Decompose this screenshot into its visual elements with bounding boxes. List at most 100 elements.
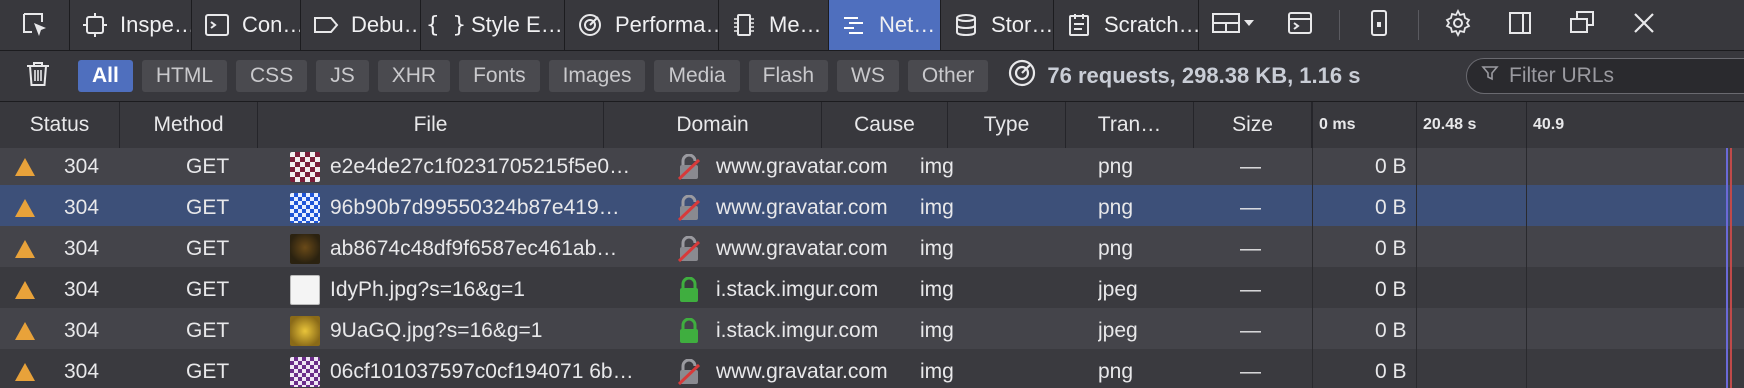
request-domain: www.gravatar.com <box>716 359 888 383</box>
insecure-lock-icon <box>678 349 704 388</box>
filter-urls-input[interactable] <box>1507 63 1711 89</box>
waterfall-load-marker <box>1730 267 1732 312</box>
filter-js-button[interactable]: JS <box>316 60 369 92</box>
request-method: GET <box>186 359 230 383</box>
column-domain[interactable]: Domain <box>604 102 822 148</box>
tab-label: Debu… <box>351 12 421 37</box>
waterfall-gridline <box>1526 226 1527 271</box>
dock-side-icon <box>1507 10 1533 41</box>
column-type[interactable]: Type <box>948 102 1066 148</box>
tab-label: Inspe… <box>120 12 192 37</box>
request-file: 96b90b7d99550324b87e419… <box>330 195 620 219</box>
filter-html-button[interactable]: HTML <box>141 60 228 92</box>
request-cause: img <box>920 195 954 219</box>
request-file: ab8674c48df9f6587ec461ab… <box>330 236 618 260</box>
image-thumbnail <box>290 226 320 271</box>
waterfall-gridline <box>1312 349 1313 388</box>
column-method[interactable]: Method <box>120 102 258 148</box>
filter-media-button[interactable]: Media <box>654 60 740 92</box>
debugger-icon <box>311 10 341 40</box>
tab-scratchpad[interactable]: Scratch… <box>1054 0 1199 50</box>
tab-network[interactable]: Net… <box>829 0 941 50</box>
tab-style-editor[interactable]: { } Style E… <box>421 0 565 50</box>
waterfall-load-marker <box>1726 349 1728 388</box>
toolbox-tabbar: Inspe… Con… Debu… { } Style E… Performa…… <box>0 0 1744 51</box>
request-status: 304 <box>64 236 100 260</box>
dock-side-button[interactable] <box>1489 0 1551 50</box>
request-status: 304 <box>64 277 100 301</box>
performance-analysis-icon <box>1007 58 1037 94</box>
request-status: 304 <box>64 318 100 342</box>
settings-button[interactable] <box>1427 0 1489 50</box>
tab-console[interactable]: Con… <box>192 0 301 50</box>
request-type: png <box>1098 359 1134 383</box>
tab-label: Stor… <box>991 12 1054 37</box>
request-transferred: — <box>1240 154 1261 178</box>
request-summary[interactable]: 76 requests, 298.38 KB, 1.16 s <box>1007 58 1360 94</box>
request-method: GET <box>186 236 230 260</box>
request-row[interactable]: 304 GET 9UaGQ.jpg?s=16&g=1 i.stack.imgur.co… <box>0 308 1744 353</box>
column-cause[interactable]: Cause <box>822 102 948 148</box>
toggle-console-button[interactable] <box>1269 0 1331 50</box>
filter-css-button[interactable]: CSS <box>236 60 308 92</box>
waterfall-load-marker <box>1726 185 1728 230</box>
filter-urls-box[interactable] <box>1466 58 1744 94</box>
tab-label: Net… <box>879 12 936 37</box>
request-type: png <box>1098 154 1134 178</box>
request-transferred: — <box>1240 195 1261 219</box>
toolbar-separator <box>1339 10 1340 40</box>
tab-memory[interactable]: Me… <box>719 0 829 50</box>
column-status[interactable]: Status <box>0 102 120 148</box>
insecure-lock-icon <box>678 148 704 189</box>
storage-icon <box>951 10 981 40</box>
request-file: e2e4de27c1f0231705215f5e0… <box>330 154 631 178</box>
filter-all-button[interactable]: All <box>78 60 133 92</box>
request-row[interactable]: 304 GET 96b90b7d99550324b87e419… www.gravat… <box>0 185 1744 230</box>
close-toolbox-button[interactable] <box>1613 0 1675 50</box>
request-transferred: — <box>1240 277 1261 301</box>
separate-window-button[interactable] <box>1551 0 1613 50</box>
waterfall-gridline <box>1526 148 1527 189</box>
column-transferred[interactable]: Tran… <box>1066 102 1194 148</box>
tab-label: Con… <box>242 12 301 37</box>
request-domain: i.stack.imgur.com <box>716 318 879 342</box>
tab-debugger[interactable]: Debu… <box>301 0 421 50</box>
split-console-button[interactable] <box>1199 0 1269 50</box>
request-type: jpeg <box>1098 318 1138 342</box>
waterfall-tick: 0 ms <box>1312 102 1416 148</box>
warning-icon <box>14 308 38 353</box>
request-row[interactable]: 304 GET e2e4de27c1f0231705215f5e0… www.grav… <box>0 148 1744 189</box>
filter-xhr-button[interactable]: XHR <box>377 60 451 92</box>
tab-storage[interactable]: Stor… <box>941 0 1054 50</box>
clear-requests-button[interactable] <box>18 56 58 96</box>
console-icon <box>202 10 232 40</box>
tab-inspector[interactable]: Inspe… <box>70 0 192 50</box>
toolbar-separator <box>1418 10 1419 40</box>
insecure-lock-icon <box>678 185 704 230</box>
tab-performance[interactable]: Performa… <box>565 0 719 50</box>
secure-lock-icon <box>678 308 704 353</box>
waterfall-load-marker <box>1726 267 1728 312</box>
element-picker-button[interactable] <box>0 0 70 50</box>
warning-icon <box>14 185 38 230</box>
request-row[interactable]: 304 GET ab8674c48df9f6587ec461ab… www.grava… <box>0 226 1744 271</box>
request-row[interactable]: 304 GET 06cf101037597c0cf194071 6b… www.gra… <box>0 349 1744 388</box>
filter-ws-button[interactable]: WS <box>837 60 899 92</box>
request-table-header: Status Method File Domain Cause Type Tra… <box>0 102 1744 149</box>
responsive-design-button[interactable] <box>1348 0 1410 50</box>
request-row[interactable]: 304 GET IdyPh.jpg?s=16&g=1 i.stack.imgur.co… <box>0 267 1744 312</box>
waterfall-load-marker <box>1730 226 1732 271</box>
performance-icon <box>575 10 605 40</box>
filter-images-button[interactable]: Images <box>548 60 646 92</box>
waterfall-gridline <box>1416 226 1417 271</box>
request-size: 0 B <box>1375 154 1407 178</box>
column-size[interactable]: Size <box>1194 102 1312 148</box>
request-method: GET <box>186 318 230 342</box>
request-domain: www.gravatar.com <box>716 195 888 219</box>
filter-fonts-button[interactable]: Fonts <box>459 60 540 92</box>
request-transferred: — <box>1240 359 1261 383</box>
request-cause: img <box>920 236 954 260</box>
column-file[interactable]: File <box>258 102 604 148</box>
filter-other-button[interactable]: Other <box>907 60 989 92</box>
filter-flash-button[interactable]: Flash <box>748 60 829 92</box>
